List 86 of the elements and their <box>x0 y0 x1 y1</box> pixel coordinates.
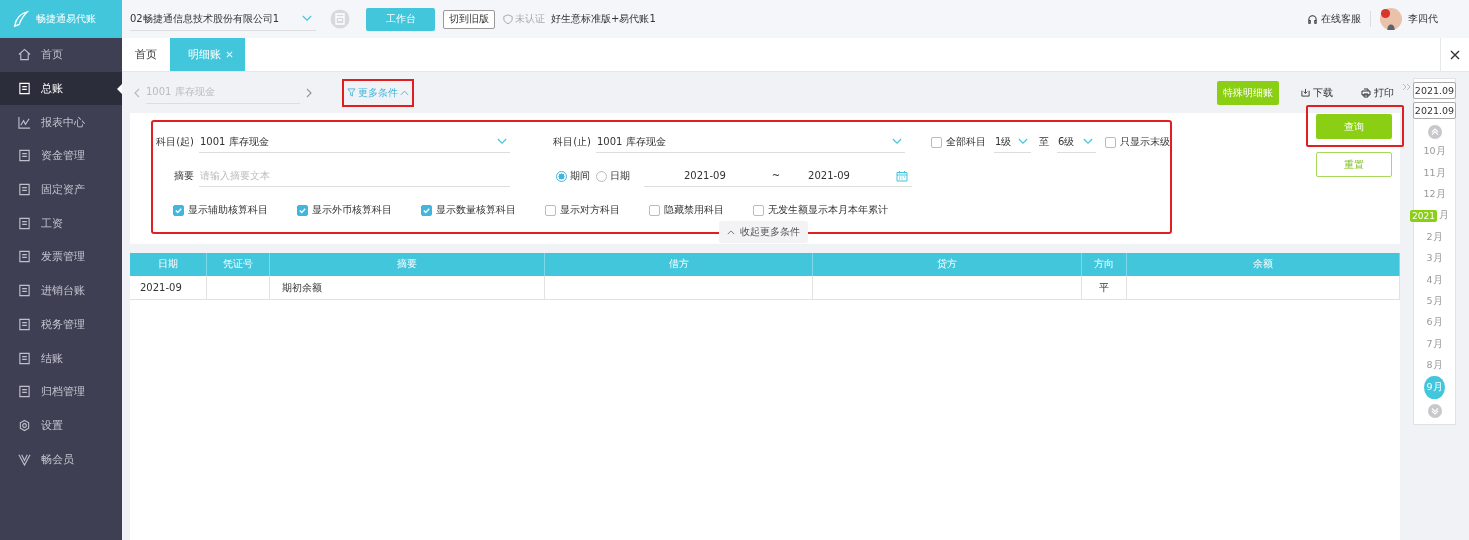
column-header: 贷方 <box>813 253 1082 276</box>
column-header: 方向 <box>1082 253 1127 276</box>
mode-radio[interactable]: 期间 <box>556 169 590 183</box>
sidebar-item[interactable]: 畅会员 <box>0 442 122 476</box>
column-header: 余额 <box>1127 253 1400 276</box>
old-version-button[interactable]: 切到旧版 <box>443 9 495 29</box>
expand-icon[interactable] <box>1402 82 1412 92</box>
option-checkbox[interactable]: 显示外币核算科目 <box>297 203 392 217</box>
date-range-field[interactable]: 2021-09 ~ 2021-09 <box>644 165 912 187</box>
table-cell: 期初余额 <box>282 280 322 295</box>
next-icon[interactable] <box>306 87 312 98</box>
checkmark-icon <box>422 205 431 215</box>
close-icon[interactable] <box>226 51 233 58</box>
feather-icon <box>12 10 30 28</box>
checkmark-icon <box>174 205 183 215</box>
scroll-up-icon[interactable] <box>1427 125 1442 139</box>
subject-from-select[interactable]: 1001 库存现金 <box>199 131 510 153</box>
option-checkbox[interactable]: 显示辅助核算科目 <box>173 203 268 217</box>
period-start[interactable]: 2021.09 <box>1412 82 1457 99</box>
caret-icon <box>892 138 902 145</box>
home-icon <box>18 48 31 62</box>
download-icon <box>1301 88 1310 97</box>
online-support-link[interactable]: 在线客服 <box>1321 12 1361 26</box>
filter-icon <box>347 88 356 97</box>
sidebar-item[interactable]: 结账 <box>0 341 122 375</box>
sidebar-item[interactable]: 报表中心 <box>0 105 122 140</box>
field-label: 摘要 <box>173 169 194 183</box>
sidebar-item[interactable]: 工资 <box>0 206 122 241</box>
chart-icon <box>18 115 31 129</box>
settings-icon <box>18 418 31 432</box>
document-icon <box>18 351 31 365</box>
company-select[interactable]: 02畅捷通信息技术股份有限公司1 <box>130 7 316 31</box>
option-checkbox[interactable]: 显示数量核算科目 <box>421 203 516 217</box>
sidebar-item[interactable]: 税务管理 <box>0 307 122 342</box>
sidebar-item[interactable]: 进销台账 <box>0 273 122 308</box>
scroll-down-icon[interactable] <box>1427 403 1442 418</box>
table-cell: 2021-09 <box>140 282 182 293</box>
sidebar-item[interactable]: 首页 <box>0 38 122 72</box>
collapse-button[interactable]: 收起更多条件 <box>719 221 808 243</box>
caret-icon <box>1083 138 1093 145</box>
sidebar-item[interactable]: 发票管理 <box>0 240 122 274</box>
all-subjects-checkbox[interactable]: 全部科目 <box>931 135 986 149</box>
print-link[interactable]: 打印 <box>1361 85 1394 100</box>
sidebar-item[interactable]: 总账 <box>0 71 122 106</box>
edition-label: 好生意标准版+易代账1 <box>551 12 656 26</box>
column-header: 日期 <box>130 253 207 276</box>
download-link[interactable]: 下载 <box>1301 85 1333 100</box>
period-end[interactable]: 2021.09 <box>1412 102 1457 119</box>
leaf-only-checkbox[interactable]: 只显示末级 <box>1105 135 1170 149</box>
level-to-select[interactable]: 6级 <box>1057 131 1096 153</box>
sidebar-item[interactable]: 归档管理 <box>0 374 122 409</box>
sidebar-item[interactable]: 固定资产 <box>0 172 122 207</box>
level-from-select[interactable]: 1级 <box>994 131 1031 153</box>
avatar[interactable] <box>1380 8 1402 30</box>
table-cell: 平 <box>1099 280 1109 295</box>
column-header: 借方 <box>545 253 813 276</box>
field-label: 科目(止) <box>552 135 591 149</box>
sidebar-item[interactable]: 设置 <box>0 408 122 443</box>
tab[interactable]: 首页 <box>122 38 170 71</box>
year-badge: 2021 <box>1410 209 1437 222</box>
v-icon <box>18 452 31 466</box>
close-icon <box>1450 49 1460 60</box>
column-header: 凭证号 <box>207 253 270 276</box>
option-checkbox[interactable]: 无发生额显示本月本年累计 <box>753 203 888 217</box>
ledger-icon <box>18 82 31 96</box>
caret-icon <box>497 138 507 145</box>
headset-icon[interactable] <box>1307 13 1318 25</box>
sidebar-item[interactable]: 资金管理 <box>0 139 122 173</box>
caret-icon <box>1018 138 1028 145</box>
caret-icon <box>302 15 312 22</box>
column-header: 摘要 <box>270 253 545 276</box>
previous-icon[interactable] <box>134 87 140 98</box>
option-checkbox[interactable]: 显示对方科目 <box>545 203 620 217</box>
checkmark-icon <box>298 205 307 215</box>
subject-to-select[interactable]: 1001 库存现金 <box>596 131 905 153</box>
chevron-up-icon <box>400 89 409 96</box>
mode-radio[interactable]: 日期 <box>596 169 630 183</box>
range-separator: 至 <box>1039 135 1049 149</box>
printer-icon <box>1361 87 1371 98</box>
shield-icon <box>503 14 513 24</box>
brand-name: 畅捷通易代账 <box>36 12 96 26</box>
user-name: 李四代 <box>1408 12 1438 26</box>
auth-status: 未认证 <box>515 12 545 26</box>
option-checkbox[interactable]: 隐藏禁用科目 <box>649 203 724 217</box>
field-label: 科目(起) <box>156 135 194 149</box>
chevron-up-icon <box>727 229 735 235</box>
